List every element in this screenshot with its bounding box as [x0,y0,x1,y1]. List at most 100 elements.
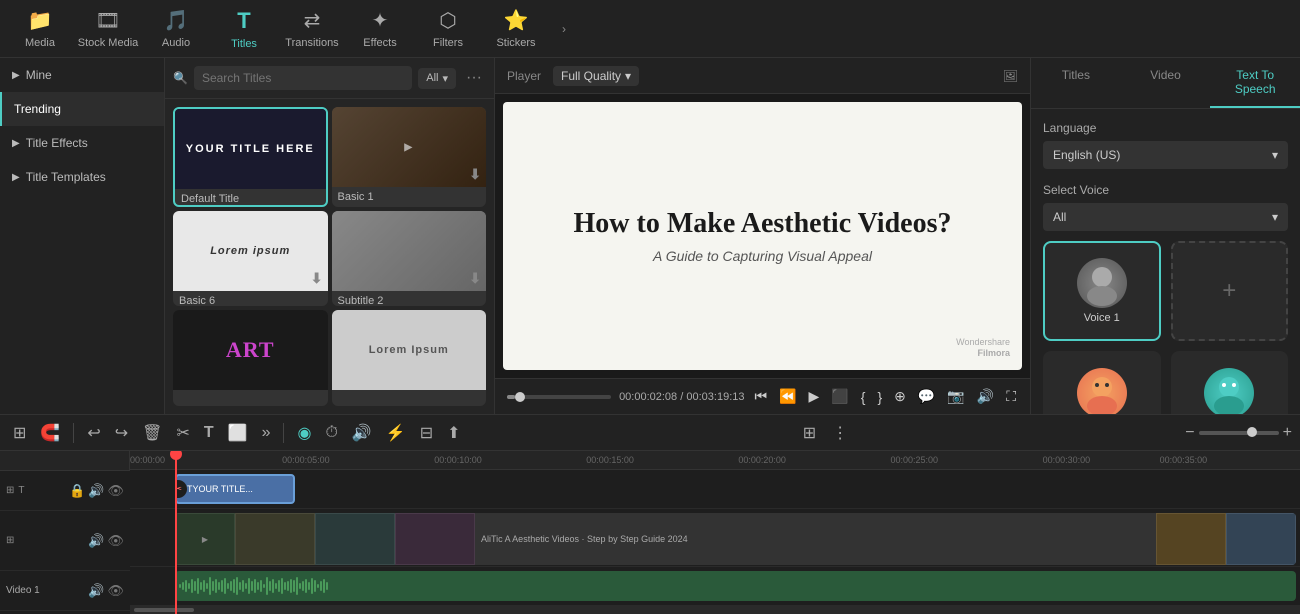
tab-titles[interactable]: Titles [1031,58,1121,108]
search-input[interactable] [194,66,412,90]
zoom-thumb [1247,427,1257,437]
wave-bar [293,580,295,592]
toolbar-expand-button[interactable]: › [552,17,576,41]
time-scrubber[interactable] [507,395,611,399]
wave-bar [188,583,190,589]
play-button[interactable]: ▶ [807,386,822,407]
step-back-button[interactable]: ⏪ [777,386,798,407]
more-button[interactable]: » [257,422,276,444]
zoom-out-button[interactable]: − [1185,424,1194,442]
timeline-ruler-tracks: 00:00:00 00:00:05:00 00:00:10:00 00:00:1… [130,451,1300,614]
scissors-icon: ✂ [175,480,187,498]
voice-card-jenny[interactable]: Jenny [1043,351,1161,414]
quality-select[interactable]: Full Quality ▾ [553,66,639,86]
audio-waveform [179,576,1292,596]
titles-more-button[interactable]: ··· [462,69,486,87]
audio-button[interactable]: 🔊 [975,386,996,407]
tool-transitions[interactable]: ⇄ Transitions [280,3,344,55]
undo-button[interactable]: ↩ [82,421,105,445]
magnetic-tool[interactable]: 🧲 [35,421,65,445]
zoom-in-button[interactable]: + [1283,424,1292,442]
more-options-button[interactable]: ⋮ [827,421,853,445]
cut-button[interactable]: ✂ [171,421,194,445]
delete-button[interactable]: 🗑 [137,421,167,445]
wave-bar [197,578,199,594]
redo-button[interactable]: ↪ [110,421,133,445]
wave-bar [320,581,322,591]
audio-clip[interactable] [175,571,1296,601]
title-card-art[interactable]: ART [173,310,328,406]
filter-dropdown[interactable]: All ▾ [418,68,456,89]
screenshot-button[interactable]: 📷 [945,386,966,407]
wave-bar [317,584,319,588]
ruler-mark-30: 00:00:30:00 [1043,455,1091,465]
tool-titles[interactable]: T Titles [212,3,276,55]
title-clip[interactable]: ✂ T YOUR TITLE... [175,474,295,504]
video1-mute-icon[interactable]: 🔊 [88,583,104,599]
crop-button[interactable]: ⬜ [223,421,253,445]
preview-image-icon[interactable]: 🖼 [1003,69,1018,83]
text-button[interactable]: T [199,422,219,444]
logo-line2: Filmora [977,348,1010,358]
split-button[interactable]: ⚡ [381,421,411,445]
rewind-button[interactable]: ⏮ [753,386,770,407]
stop-button[interactable]: ⬛ [829,386,850,407]
right-panel-content: Language English (US) ▾ Select Voice All… [1031,109,1300,414]
timeline-scrollbar[interactable] [130,606,1300,614]
tool-effects[interactable]: ✦ Effects [348,3,412,55]
timeline-ruler: 00:00:00 00:00:05:00 00:00:10:00 00:00:1… [130,451,1300,470]
tool-stickers[interactable]: ⭐ Stickers [484,3,548,55]
add-marker-button[interactable]: ⊕ [892,386,908,407]
voice-card-voice1[interactable]: Voice 1 [1043,241,1161,341]
speed-button[interactable]: ⏱ [320,422,342,444]
grid-layout-button[interactable]: ⊞ [798,421,821,445]
title-card-subtitle2[interactable]: ⬇ Subtitle 2 [332,211,487,307]
track-hide-icon[interactable]: 👁 [107,483,124,499]
sidebar-item-trending[interactable]: Trending [0,92,164,126]
main-area: ▶ Mine Trending ▶ Title Effects ▶ Title … [0,58,1300,414]
tool-filters[interactable]: ⬡ Filters [416,3,480,55]
transitions-icon: ⇄ [304,8,321,33]
title-card-lorem[interactable]: Lorem Ipsum [332,310,487,406]
voice-filter-dropdown[interactable]: All ▾ [1043,203,1288,231]
video1-hide-icon[interactable]: 👁 [107,583,124,599]
title-card-basic1[interactable]: ▶ ⬇ Basic 1 [332,107,487,207]
sidebar-item-title-effects[interactable]: ▶ Title Effects [0,126,164,160]
video-clip[interactable]: ▶ AliTic A Aesthetic Videos · Step by St… [175,513,1296,565]
track1-hide-icon[interactable]: 👁 [107,533,124,549]
group-button[interactable]: ⊟ [415,421,438,445]
track1-mute-icon[interactable]: 🔊 [88,533,104,549]
sidebar-title-templates-label: Title Templates [26,170,106,184]
video-frame-thumb1 [1156,513,1226,565]
title-card-basic6[interactable]: Lorem ipsum ⬇ Basic 6 [173,211,328,307]
audio-icon: 🎵 [164,8,189,33]
zoom-slider[interactable] [1199,431,1279,435]
fullscreen-button[interactable]: ⛶ [1004,386,1018,407]
language-dropdown[interactable]: English (US) ▾ [1043,141,1288,169]
wave-bar [185,580,187,592]
tool-audio[interactable]: 🎵 Audio [144,3,208,55]
snap-tool[interactable]: ⊞ [8,421,31,445]
tab-text-to-speech[interactable]: Text To Speech [1210,58,1300,108]
toolbar-separator-1 [73,423,74,443]
title-card-default[interactable]: YOUR TITLE HERE Default Title [173,107,328,207]
track-label-video1: Video 1 🔊 👁 [0,571,130,611]
voice-filter-value: All [1053,210,1066,224]
voice-card-jason[interactable]: Jason [1171,351,1289,414]
track-mute-icon[interactable]: 🔊 [88,483,104,499]
track-lock-icon[interactable]: 🔒 [69,483,85,499]
scrollbar-thumb [134,608,194,612]
sidebar-item-mine[interactable]: ▶ Mine [0,58,164,92]
audio-add-button[interactable]: 🔊 [347,421,377,445]
color-button[interactable]: ◉ [292,421,316,445]
mark-out-button[interactable]: } [875,387,884,407]
export-clip-button[interactable]: ⬆ [442,421,465,445]
tool-media[interactable]: 📁 Media [8,3,72,55]
track-labels-column: ⊞ T 🔒 🔊 👁 ⊞ 🔊 👁 Video 1 [0,451,130,614]
add-voice-button[interactable]: + [1171,241,1289,341]
tool-stock[interactable]: 🎞 Stock Media [76,3,140,55]
mark-in-button[interactable]: { [859,387,868,407]
tab-video[interactable]: Video [1121,58,1211,108]
sidebar-item-title-templates[interactable]: ▶ Title Templates [0,160,164,194]
subtitle-button[interactable]: 💬 [916,386,937,407]
